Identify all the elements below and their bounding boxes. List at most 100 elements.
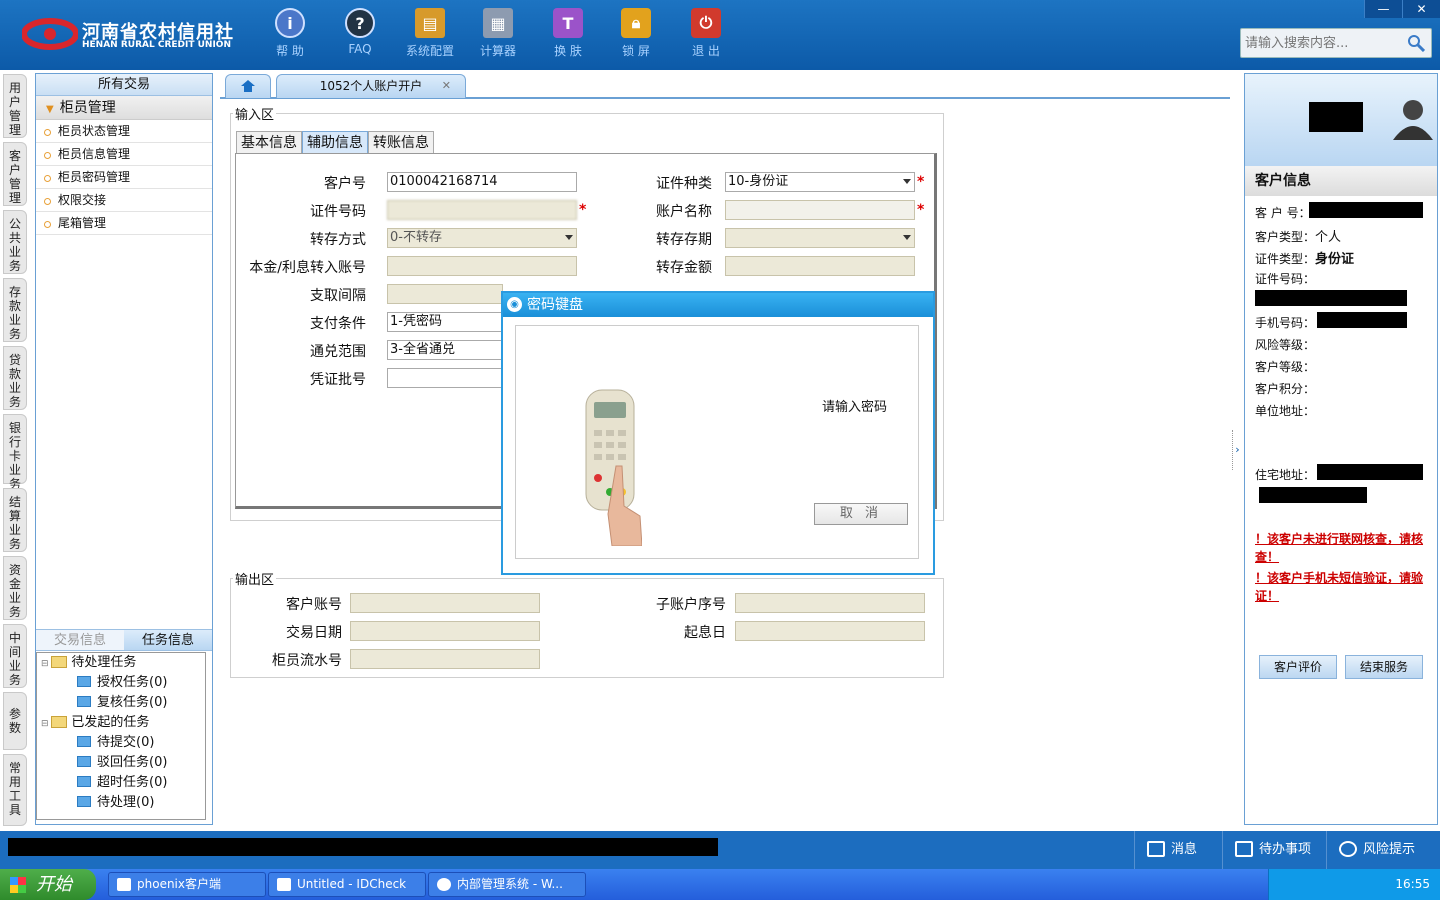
warning-network-check-link[interactable]: ！该客户未进行联网核查，请核查！ bbox=[1255, 530, 1433, 566]
tree-node-timeout[interactable]: 超时任务(0) bbox=[77, 773, 167, 793]
subtab-transfer-info[interactable]: 转账信息 bbox=[368, 131, 434, 153]
label-cust-no: 客 户 号： bbox=[1255, 206, 1311, 220]
start-label: 开始 bbox=[36, 874, 72, 895]
label-risk: 风险等级： bbox=[1255, 338, 1316, 352]
calculator-button[interactable]: ▦ 计算器 bbox=[466, 8, 530, 64]
vtab-public-business[interactable]: 公共业务 bbox=[3, 210, 27, 274]
id-type-value: 10-身份证 bbox=[728, 174, 789, 189]
vtab-user-management[interactable]: 用户管理 bbox=[3, 74, 27, 138]
vtab-customer-management[interactable]: 客户管理 bbox=[3, 142, 27, 206]
speech-bubble-icon bbox=[1339, 841, 1357, 857]
redacted-block bbox=[1259, 487, 1367, 503]
customer-no-field[interactable]: 0100042168714 bbox=[387, 172, 577, 192]
logo-mark-icon bbox=[22, 18, 78, 50]
tree-node-to-process[interactable]: 待处理(0) bbox=[77, 793, 154, 813]
trade-date-field[interactable] bbox=[350, 621, 540, 641]
subtab-basic-info[interactable]: 基本信息 bbox=[236, 131, 302, 153]
tree-label: 待处理(0) bbox=[97, 795, 155, 810]
home-icon bbox=[241, 80, 255, 92]
transfer-term-select[interactable] bbox=[725, 228, 915, 248]
label-principal-account: 本金/利息转入账号 bbox=[249, 260, 366, 276]
dialog-titlebar[interactable]: ◉ 密码键盘 bbox=[503, 293, 933, 317]
taskbar-item-phoenix[interactable]: phoenix客户端 bbox=[108, 872, 266, 897]
menu-item-teller-status[interactable]: 柜员状态管理 bbox=[36, 120, 212, 143]
subtab-aux-info[interactable]: 辅助信息 bbox=[302, 131, 368, 153]
tree-node-to-submit[interactable]: 待提交(0) bbox=[77, 733, 154, 753]
search-input[interactable] bbox=[1241, 29, 1401, 57]
teller-management-group[interactable]: ▼ 柜员管理 bbox=[36, 96, 212, 120]
label-id-type: 证件种类 bbox=[656, 176, 712, 192]
tree-label: 复核任务(0) bbox=[97, 695, 168, 710]
withdraw-interval-field[interactable] bbox=[387, 284, 503, 304]
vertical-nav: 用户管理 客户管理 公共业务 存款业务 贷款业务 银行卡业务 结算业务 资金业务… bbox=[0, 70, 32, 830]
label-withdraw-interval: 支取间隔 bbox=[310, 288, 366, 304]
principal-account-field[interactable] bbox=[387, 256, 577, 276]
all-transactions-header[interactable]: 所有交易 bbox=[36, 74, 212, 96]
tab-home[interactable] bbox=[225, 74, 271, 98]
exit-button[interactable]: ⏻ 退 出 bbox=[674, 8, 738, 64]
skin-button[interactable]: T 换 肤 bbox=[536, 8, 600, 64]
close-button[interactable]: ✕ bbox=[1402, 0, 1440, 18]
tree-node-initiated[interactable]: ⊟ 已发起的任务 bbox=[41, 713, 149, 733]
taskbar-item-idcheck[interactable]: Untitled - IDCheck bbox=[268, 872, 426, 897]
pay-condition-select[interactable]: 1-凭密码 bbox=[387, 312, 503, 332]
voucher-batch-field[interactable] bbox=[387, 368, 503, 388]
label-work-addr: 单位地址： bbox=[1255, 404, 1316, 418]
menu-item-teller-password[interactable]: 柜员密码管理 bbox=[36, 166, 212, 189]
menu-item-cashbox[interactable]: 尾箱管理 bbox=[36, 212, 212, 235]
taskbar-item-internal-system[interactable]: 内部管理系统 - W... bbox=[428, 872, 586, 897]
faq-button[interactable]: ? FAQ bbox=[328, 8, 392, 64]
label-exchange-scope: 通兑范围 bbox=[310, 344, 366, 360]
vtab-loan-business[interactable]: 贷款业务 bbox=[3, 346, 27, 410]
id-type-select[interactable]: 10-身份证 bbox=[725, 172, 915, 192]
transfer-mode-select[interactable]: 0-不转存 bbox=[387, 228, 577, 248]
vtab-intermediary-business[interactable]: 中间业务 bbox=[3, 624, 27, 688]
menu-item-permission-handover[interactable]: 权限交接 bbox=[36, 189, 212, 212]
teller-serial-field[interactable] bbox=[350, 649, 540, 669]
question-icon: ? bbox=[345, 8, 375, 38]
skin-label: 换 肤 bbox=[554, 44, 582, 58]
system-config-button[interactable]: ▤ 系统配置 bbox=[398, 8, 462, 64]
tree-node-pending[interactable]: ⊟ 待处理任务 bbox=[41, 653, 136, 673]
end-service-button[interactable]: 结束服务 bbox=[1345, 655, 1423, 679]
label-value-date: 起息日 bbox=[684, 625, 726, 641]
tree-node-review-task[interactable]: 复核任务(0) bbox=[77, 693, 167, 713]
sub-account-seq-field[interactable] bbox=[735, 593, 925, 613]
tree-node-rejected[interactable]: 驳回任务(0) bbox=[77, 753, 167, 773]
windows-logo-icon bbox=[10, 877, 26, 893]
vtab-bank-card-business[interactable]: 银行卡业务 bbox=[3, 414, 27, 491]
exchange-scope-select[interactable]: 3-全省通兑 bbox=[387, 340, 503, 360]
tab-task-info[interactable]: 任务信息 bbox=[124, 630, 212, 650]
collapse-right-panel-icon[interactable]: › bbox=[1232, 430, 1242, 470]
transfer-amount-field[interactable] bbox=[725, 256, 915, 276]
tree-label: 待提交(0) bbox=[97, 735, 155, 750]
vtab-settlement-business[interactable]: 结算业务 bbox=[3, 488, 27, 552]
risk-alert-button[interactable]: 风险提示 bbox=[1326, 831, 1440, 869]
minimize-button[interactable]: — bbox=[1364, 0, 1402, 18]
messages-button[interactable]: 消息 bbox=[1134, 831, 1230, 869]
ie-icon bbox=[437, 878, 451, 891]
lock-screen-button[interactable]: 🔒︎ 锁 屏 bbox=[604, 8, 668, 64]
tab-close-icon[interactable]: ✕ bbox=[442, 75, 451, 97]
cancel-button[interactable]: 取 消 bbox=[814, 503, 908, 525]
vtab-deposit-business[interactable]: 存款业务 bbox=[3, 278, 27, 342]
value-date-field[interactable] bbox=[735, 621, 925, 641]
id-no-field[interactable] bbox=[387, 200, 577, 220]
start-button[interactable]: 开始 bbox=[0, 869, 96, 900]
search-icon[interactable] bbox=[1407, 34, 1425, 52]
vtab-fund-business[interactable]: 资金业务 bbox=[3, 556, 27, 620]
clock[interactable]: 16:55 bbox=[1395, 869, 1430, 900]
tree-node-auth-task[interactable]: 授权任务(0) bbox=[77, 673, 167, 693]
account-name-field[interactable] bbox=[725, 200, 915, 220]
customer-evaluation-button[interactable]: 客户评价 bbox=[1259, 655, 1337, 679]
menu-item-teller-info[interactable]: 柜员信息管理 bbox=[36, 143, 212, 166]
help-button[interactable]: i 帮 助 bbox=[258, 8, 322, 64]
task-icon bbox=[77, 756, 91, 767]
customer-account-field[interactable] bbox=[350, 593, 540, 613]
warning-sms-verify-link[interactable]: ！该客户手机未短信验证，请验证！ bbox=[1255, 569, 1433, 605]
tab-transaction-info[interactable]: 交易信息 bbox=[36, 630, 124, 650]
tab-personal-account-opening[interactable]: 1052个人账户开户 ✕ bbox=[276, 74, 466, 98]
todo-button[interactable]: 待办事项 bbox=[1222, 831, 1326, 869]
vtab-common-tools[interactable]: 常用工具 bbox=[3, 754, 27, 826]
vtab-parameters[interactable]: 参数 bbox=[3, 692, 27, 750]
